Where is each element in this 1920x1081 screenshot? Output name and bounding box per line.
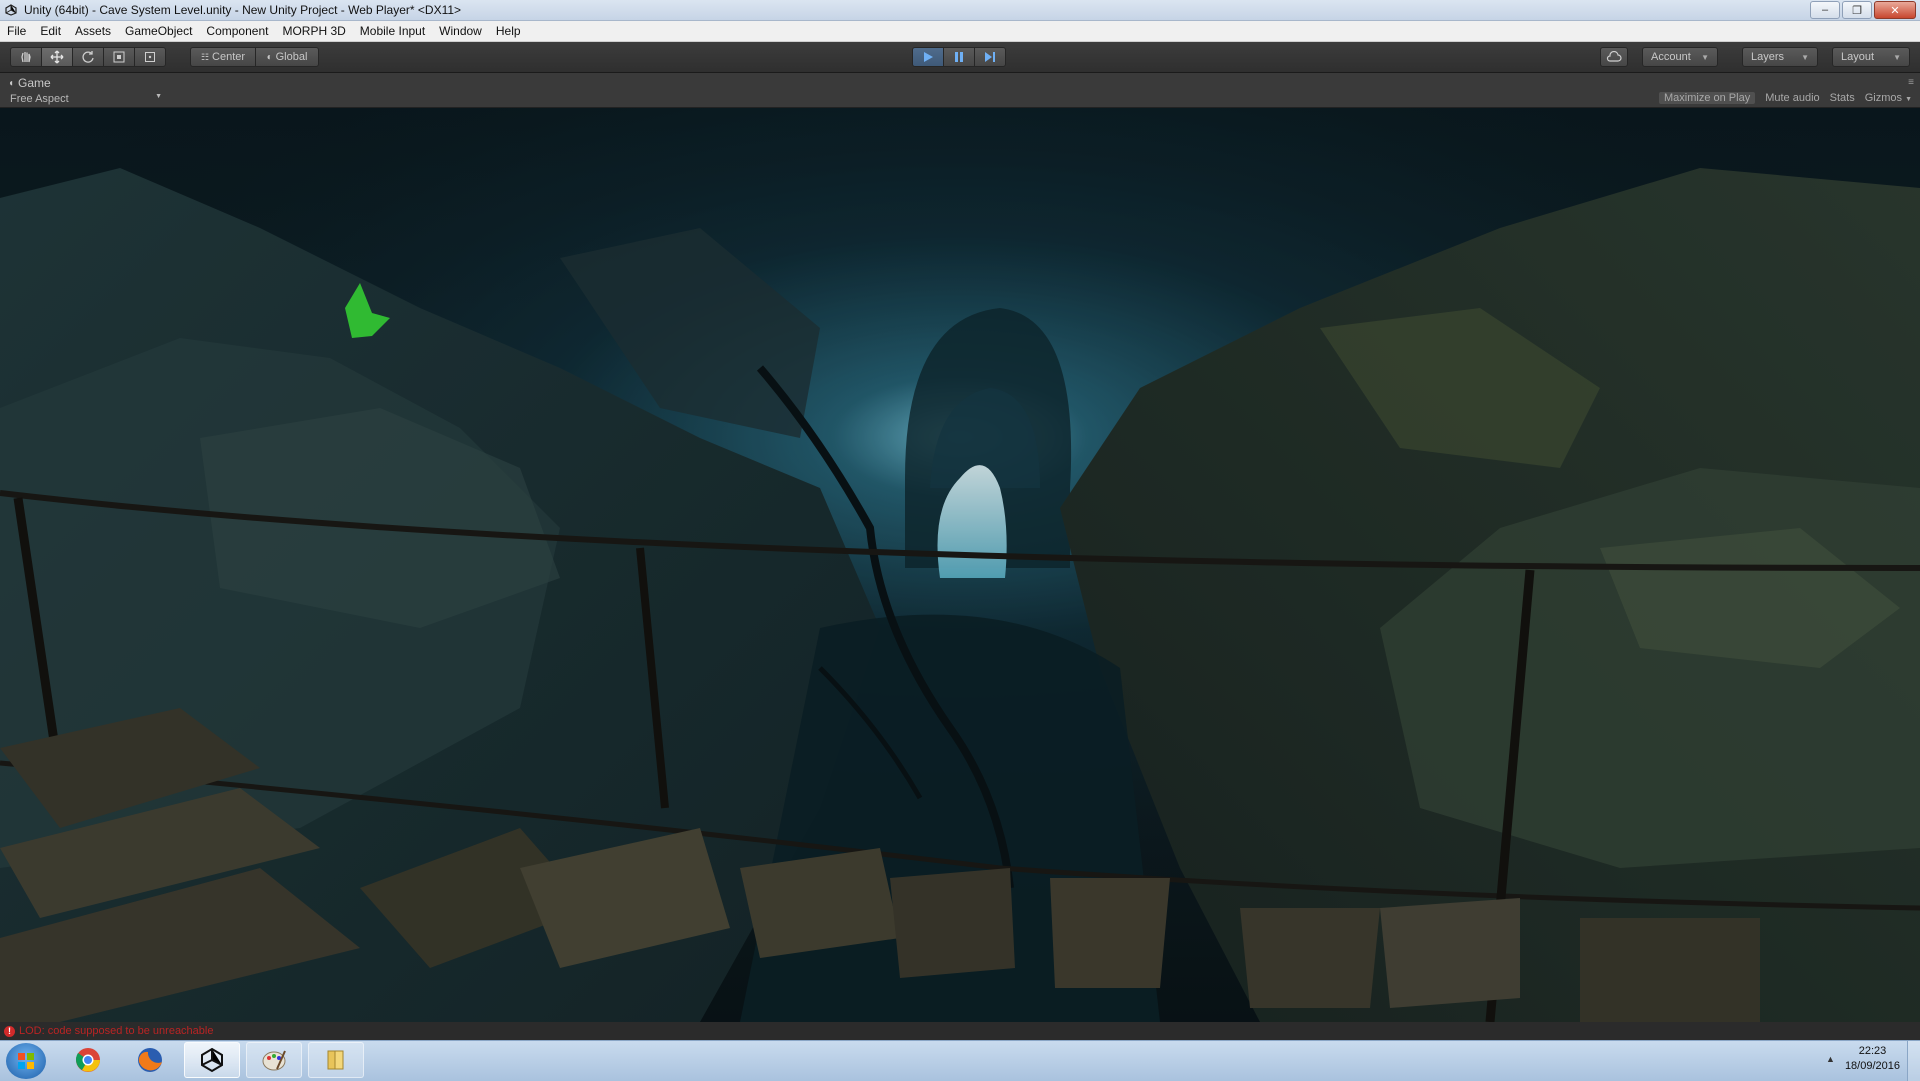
clock-date: 18/09/2016	[1844, 1060, 1900, 1072]
stats-toggle[interactable]: Stats	[1830, 92, 1855, 104]
menu-edit[interactable]: Edit	[33, 21, 68, 41]
windows-taskbar: ▲ 22:23 18/09/2016	[0, 1040, 1920, 1081]
paint-icon	[262, 1050, 286, 1071]
menu-help[interactable]: Help	[489, 21, 528, 41]
show-desktop-button[interactable]	[1907, 1041, 1920, 1081]
tab-game[interactable]: ◖ Game	[8, 76, 51, 90]
menu-gameobject[interactable]: GameObject	[118, 21, 199, 41]
rotate-tool-button[interactable]	[72, 47, 104, 67]
show-hidden-icons-icon[interactable]: ▲	[1826, 1054, 1835, 1064]
rect-icon	[145, 52, 155, 62]
chevron-down-icon: ▼	[1701, 52, 1709, 62]
status-message: LOD: code supposed to be unreachable	[19, 1025, 214, 1037]
chevron-down-icon: ▼	[1893, 52, 1901, 62]
globe-icon: ◐	[266, 51, 273, 63]
menu-component[interactable]: Component	[199, 21, 275, 41]
rotate-icon	[82, 51, 94, 63]
firefox-icon	[138, 1048, 162, 1072]
chevron-down-icon: ▼	[155, 93, 162, 100]
account-dropdown[interactable]: Account ▼	[1642, 47, 1718, 67]
taskbar-explorer[interactable]	[308, 1042, 364, 1078]
move-icon	[50, 50, 64, 64]
play-icon	[924, 52, 933, 62]
window-title-bar[interactable]: Unity (64bit) - Cave System Level.unity …	[0, 0, 1920, 21]
rect-tool-button[interactable]	[134, 47, 166, 67]
menu-assets[interactable]: Assets	[68, 21, 118, 41]
move-tool-button[interactable]	[41, 47, 73, 67]
game-viewport[interactable]	[0, 108, 1920, 1022]
close-icon: ✕	[1890, 4, 1900, 17]
explorer-icon	[327, 1050, 344, 1070]
window-title: Unity (64bit) - Cave System Level.unity …	[24, 3, 462, 17]
chrome-icon	[76, 1048, 100, 1072]
console-status-bar[interactable]: ! LOD: code supposed to be unreachable	[0, 1022, 1920, 1040]
playback-controls	[912, 47, 1006, 67]
game-controller-icon: ◖	[8, 77, 15, 89]
step-button[interactable]	[974, 47, 1006, 67]
menu-morph3d[interactable]: MORPH 3D	[275, 21, 352, 41]
close-button[interactable]: ✕	[1874, 1, 1916, 19]
maximize-on-play-toggle[interactable]: Maximize on Play	[1659, 92, 1756, 104]
cloud-icon	[1606, 51, 1622, 62]
hand-icon	[21, 52, 31, 63]
transform-tools	[10, 47, 166, 67]
mute-audio-toggle[interactable]: Mute audio	[1765, 92, 1819, 104]
clock-time: 22:23	[1858, 1045, 1887, 1057]
cloud-services-button[interactable]	[1600, 47, 1628, 67]
play-button[interactable]	[912, 47, 944, 67]
taskbar-chrome[interactable]	[60, 1042, 116, 1078]
menu-window[interactable]: Window	[432, 21, 489, 41]
system-tray: ▲ 22:23 18/09/2016	[1826, 1044, 1900, 1074]
cave-scene-render	[0, 108, 1920, 1022]
layers-dropdown[interactable]: Layers ▼	[1742, 47, 1818, 67]
layout-dropdown[interactable]: Layout ▼	[1832, 47, 1910, 67]
hand-tool-button[interactable]	[10, 47, 42, 67]
clock[interactable]: 22:23 18/09/2016	[1845, 1044, 1900, 1074]
gizmos-dropdown[interactable]: Gizmos ▼	[1865, 92, 1912, 104]
pause-button[interactable]	[943, 47, 975, 67]
panel-menu-icon[interactable]: ≡	[1908, 77, 1914, 88]
taskbar-unity[interactable]	[184, 1042, 240, 1078]
pivot-icon: ☷	[200, 51, 210, 62]
unity-icon	[201, 1047, 223, 1073]
windows-logo-icon	[18, 1053, 34, 1069]
chevron-down-icon: ▼	[1905, 96, 1912, 103]
menu-file[interactable]: File	[0, 21, 33, 41]
taskbar-paint[interactable]	[246, 1042, 302, 1078]
game-view-header: ◖ Game ≡ Free Aspect ▼ Maximize on Play …	[0, 73, 1920, 108]
error-icon: !	[4, 1025, 15, 1037]
menu-bar: File Edit Assets GameObject Component MO…	[0, 21, 1920, 42]
main-toolbar: ☷ Center ◐ Global Account ▼ Layers ▼ Layou…	[0, 42, 1920, 73]
step-icon	[985, 52, 995, 62]
restore-button[interactable]: ❐	[1842, 1, 1872, 19]
scale-tool-button[interactable]	[103, 47, 135, 67]
pivot-rotation-toggle[interactable]: ◐ Global	[255, 47, 319, 67]
scale-icon	[113, 51, 125, 63]
pause-icon	[955, 52, 963, 62]
unity-logo-icon	[4, 3, 18, 17]
restore-icon: ❐	[1852, 4, 1862, 17]
taskbar-firefox[interactable]	[122, 1042, 178, 1078]
chevron-down-icon: ▼	[1801, 52, 1809, 62]
minimize-button[interactable]: –	[1810, 1, 1840, 19]
menu-mobile-input[interactable]: Mobile Input	[353, 21, 432, 41]
minimize-icon: –	[1821, 4, 1829, 16]
aspect-dropdown[interactable]: Free Aspect ▼	[10, 93, 162, 105]
start-button[interactable]	[6, 1043, 46, 1079]
pivot-mode-toggle[interactable]: ☷ Center	[190, 47, 256, 67]
